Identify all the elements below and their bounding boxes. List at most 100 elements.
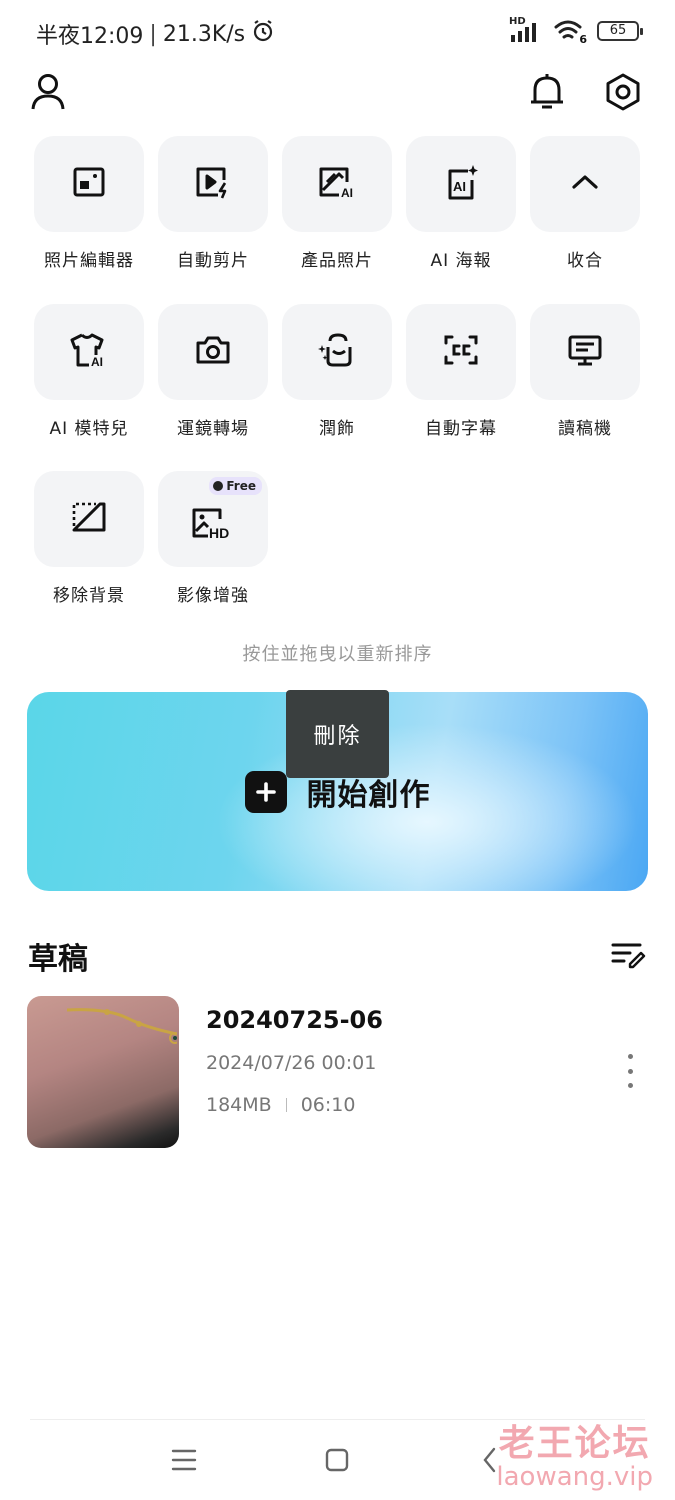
nav-home-button[interactable] <box>317 1442 357 1482</box>
tool-teleprompter[interactable]: 讀稿機 <box>530 304 640 439</box>
tool-tile[interactable] <box>158 136 268 232</box>
wifi-sub: 6 <box>579 33 587 46</box>
tool-label: 收合 <box>567 251 603 271</box>
tool-product-photo[interactable]: AI 產品照片 <box>282 136 392 271</box>
settings-button[interactable] <box>603 72 643 116</box>
tool-label: 自動字幕 <box>425 419 497 439</box>
tool-auto-cut[interactable]: 自動剪片 <box>158 136 268 271</box>
tool-tile[interactable]: AI <box>282 136 392 232</box>
svg-text:AI: AI <box>341 186 353 200</box>
draft-thumbnail[interactable] <box>27 996 179 1148</box>
bell-icon <box>528 72 566 116</box>
top-bar <box>0 64 675 130</box>
profile-button[interactable] <box>28 72 68 116</box>
free-badge-label: Free <box>226 479 256 493</box>
watermark: 老王论坛 laowang.vip <box>496 1424 653 1492</box>
tool-label: AI 海報 <box>430 251 492 271</box>
dot-icon <box>627 1054 633 1059</box>
draft-size: 184MB <box>206 1094 272 1116</box>
hd-enhance-icon: HD <box>190 505 236 545</box>
tool-label: 產品照片 <box>301 251 373 271</box>
ai-model-icon: AI <box>69 331 109 373</box>
watermark-cn: 老王论坛 <box>498 1422 651 1464</box>
draft-item[interactable]: 20240725-06 2024/07/26 00:01 184MB 06:10 <box>27 996 648 1148</box>
free-badge: Free <box>209 477 262 495</box>
tool-tile[interactable] <box>406 304 516 400</box>
tool-label: 照片編輯器 <box>44 251 134 271</box>
edit-list-icon <box>610 939 646 973</box>
tool-label: AI 模特兒 <box>49 419 129 439</box>
tool-tile[interactable]: AI <box>34 304 144 400</box>
tool-tile[interactable] <box>158 304 268 400</box>
notifications-button[interactable] <box>527 72 567 116</box>
more-options-button[interactable] <box>617 1054 643 1088</box>
status-right: HD 6 65 <box>509 16 643 46</box>
auto-cut-icon <box>194 164 232 204</box>
svg-text:AI: AI <box>453 179 466 194</box>
status-separator: | <box>149 21 157 47</box>
tool-ai-poster[interactable]: AI AI 海報 <box>406 136 516 271</box>
tool-image-enhance[interactable]: Free HD 影像增強 <box>158 471 268 606</box>
tool-label: 運鏡轉場 <box>177 419 249 439</box>
hexagon-gear-icon <box>604 72 642 116</box>
reorder-hint: 按住並拖曳以重新排序 <box>242 644 433 665</box>
draft-name: 20240725-06 <box>206 1006 383 1034</box>
tool-tile[interactable] <box>282 304 392 400</box>
draft-meta: 184MB 06:10 <box>206 1094 355 1116</box>
tool-label: 自動剪片 <box>177 251 249 271</box>
status-left: 半夜12:09 | 21.3K/s <box>36 18 275 50</box>
tool-photo-editor[interactable]: 照片編輯器 <box>34 136 144 271</box>
svg-text:HD: HD <box>209 525 229 541</box>
tool-label: 影像增強 <box>177 586 249 606</box>
drafts-manage-button[interactable] <box>608 936 648 976</box>
tool-ai-model[interactable]: AI AI 模特兒 <box>34 304 144 439</box>
watermark-en: laowang.vip <box>496 1462 653 1493</box>
tool-tile[interactable] <box>34 471 144 567</box>
dot-icon <box>627 1068 633 1074</box>
tool-tile[interactable]: AI <box>406 136 516 232</box>
status-speed: 21.3K/s <box>162 21 246 47</box>
teleprompter-icon <box>566 332 604 372</box>
ai-poster-icon: AI <box>442 163 480 205</box>
draft-date: 2024/07/26 00:01 <box>206 1052 377 1074</box>
alarm-icon <box>251 19 275 49</box>
tool-tile[interactable] <box>34 136 144 232</box>
tool-camera-transition[interactable]: 運鏡轉場 <box>158 304 268 439</box>
tool-tile[interactable] <box>530 136 640 232</box>
photo-edit-icon <box>71 164 107 204</box>
clock-icon <box>213 481 224 491</box>
tool-label: 讀稿機 <box>558 419 612 439</box>
wifi-icon: 6 <box>553 18 587 46</box>
tool-tile[interactable]: Free HD <box>158 471 268 567</box>
nav-menu-button[interactable] <box>164 1442 204 1482</box>
retouch-icon <box>317 331 357 373</box>
product-photo-icon: AI <box>317 164 357 204</box>
tool-tile[interactable] <box>530 304 640 400</box>
meta-divider <box>285 1098 287 1112</box>
status-time: 半夜12:09 <box>36 24 144 49</box>
drafts-title: 草稿 <box>28 942 88 977</box>
status-bar: 半夜12:09 | 21.3K/s HD 6 65 <box>0 0 675 64</box>
signal-icon: HD <box>509 16 543 44</box>
battery-indicator: 65 <box>597 21 643 41</box>
delete-popup[interactable]: 刪除 <box>286 690 389 778</box>
tool-label: 潤飾 <box>319 419 355 439</box>
thumbnail-graphic <box>67 1008 177 1044</box>
chevron-up-icon <box>570 172 600 196</box>
tool-label: 移除背景 <box>53 586 125 606</box>
tool-auto-captions[interactable]: 自動字幕 <box>406 304 516 439</box>
draft-duration: 06:10 <box>300 1094 356 1116</box>
tool-retouch[interactable]: 潤飾 <box>282 304 392 439</box>
camera-icon <box>194 333 232 371</box>
tool-collapse[interactable]: 收合 <box>530 136 640 271</box>
captions-icon <box>442 332 480 372</box>
plus-icon <box>244 770 287 813</box>
square-icon <box>324 1447 350 1477</box>
tool-remove-background[interactable]: 移除背景 <box>34 471 144 606</box>
network-type: HD <box>509 16 526 27</box>
person-icon <box>30 73 66 115</box>
menu-icon <box>170 1447 198 1477</box>
remove-bg-icon <box>70 499 108 539</box>
dot-icon <box>627 1083 633 1088</box>
svg-text:AI: AI <box>91 355 103 369</box>
